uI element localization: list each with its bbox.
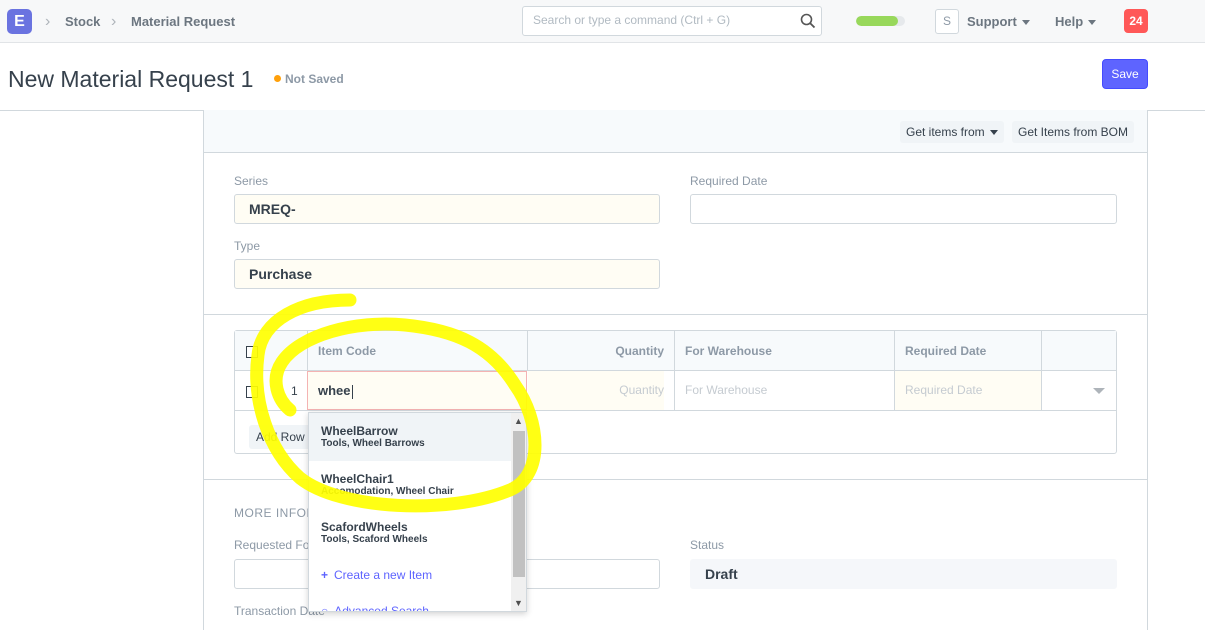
row-index: 1 [291,384,298,398]
section-divider [204,314,1147,315]
caret-down-icon [989,130,998,136]
notification-badge[interactable]: 24 [1124,9,1148,33]
save-button[interactable]: Save [1102,59,1148,89]
option-subtitle: Accomodation, Wheel Chair [321,486,454,497]
avatar[interactable]: S [935,9,959,34]
advanced-search-label: Advanced Search [334,604,429,612]
column-divider [674,371,675,410]
option-subtitle: Tools, Wheel Barrows [321,438,425,449]
progress-fill [856,16,898,26]
header-quantity[interactable]: Quantity [538,344,664,358]
header-for-warehouse[interactable]: For Warehouse [685,344,772,358]
option-title: WheelBarrow [321,424,398,438]
search-icon: ○ [321,604,329,612]
caret-down-icon [1021,20,1030,26]
breadcrumb-material-request[interactable]: Material Request [131,14,235,29]
get-items-from-button[interactable]: Get items from [900,121,1004,143]
status-indicator-dot [274,75,281,82]
plus-icon: + [321,568,329,582]
header-item-code[interactable]: Item Code [318,344,376,358]
autocomplete-option[interactable]: WheelBarrow Tools, Wheel Barrows [309,413,511,461]
type-field[interactable]: Purchase [234,259,660,289]
text-cursor [351,384,353,399]
autocomplete-option[interactable]: ScafordWheels Tools, Scaford Wheels [309,509,511,557]
quantity-input[interactable]: Quantity [528,371,664,410]
support-menu[interactable]: Support [967,14,1030,29]
column-divider [1041,371,1042,410]
status-label: Status [690,538,725,552]
search-input[interactable] [533,13,793,27]
setup-progress-bar[interactable] [856,16,905,26]
table-header: Item Code Quantity For Warehouse Require… [235,331,1116,371]
help-menu[interactable]: Help [1055,14,1097,29]
option-subtitle: Tools, Scaford Wheels [321,534,428,545]
required-date-input[interactable]: Required Date [895,371,1041,410]
item-code-input[interactable]: whee [307,371,527,410]
row-checkbox[interactable] [246,386,258,398]
option-title: WheelChair1 [321,472,394,486]
table-row[interactable]: 1 whee Quantity For Warehouse Required D… [235,371,1116,411]
item-code-value: whee [318,383,351,398]
get-items-from-label: Get items from [906,125,985,139]
scroll-up-icon[interactable]: ▲ [514,416,523,426]
header-required-date[interactable]: Required Date [905,344,986,358]
add-row-button[interactable]: Add Row [249,425,312,449]
column-divider [307,331,308,370]
caret-down-icon [1088,20,1097,26]
required-date-label: Required Date [690,174,768,188]
breadcrumb-stock[interactable]: Stock [65,14,100,29]
page-title: New Material Request 1 [8,66,254,92]
column-divider [1041,331,1042,370]
search-box[interactable] [522,6,822,36]
row-expand-icon[interactable] [1093,388,1105,394]
status-field: Draft [690,559,1117,589]
series-label: Series [234,174,269,188]
scroll-thumb[interactable] [513,431,525,577]
required-date-field[interactable] [690,194,1117,224]
get-items-from-bom-button[interactable]: Get Items from BOM [1012,121,1135,143]
advanced-search-option[interactable]: ○ Advanced Search [321,604,429,612]
warehouse-input[interactable]: For Warehouse [685,371,885,410]
series-field[interactable]: MREQ- [234,194,660,224]
select-all-checkbox[interactable] [246,346,258,358]
create-new-item-label: Create a new Item [334,568,433,582]
save-status: Not Saved [285,72,344,86]
type-label: Type [234,239,261,253]
form-toolbar: Get items from Get Items from BOM [204,110,1147,153]
chevron-right-icon: › [45,13,51,30]
item-autocomplete-dropdown: WheelBarrow Tools, Wheel Barrows WheelCh… [308,412,527,612]
create-new-item-option[interactable]: + Create a new Item [321,568,432,582]
column-divider [527,331,528,370]
autocomplete-option[interactable]: WheelChair1 Accomodation, Wheel Chair [309,461,511,509]
search-icon[interactable] [799,12,817,30]
support-label: Support [967,14,1017,29]
help-label: Help [1055,14,1084,29]
chevron-right-icon: › [111,13,117,30]
option-title: ScafordWheels [321,520,408,534]
dropdown-scrollbar[interactable]: ▲ ▼ [511,413,526,611]
column-divider [894,331,895,370]
navbar: E › Stock › Material Request S Support H… [0,0,1205,43]
scroll-down-icon[interactable]: ▼ [514,598,523,608]
app-logo[interactable]: E [7,9,32,34]
column-divider [674,331,675,370]
requested-for-label: Requested For [234,538,314,552]
